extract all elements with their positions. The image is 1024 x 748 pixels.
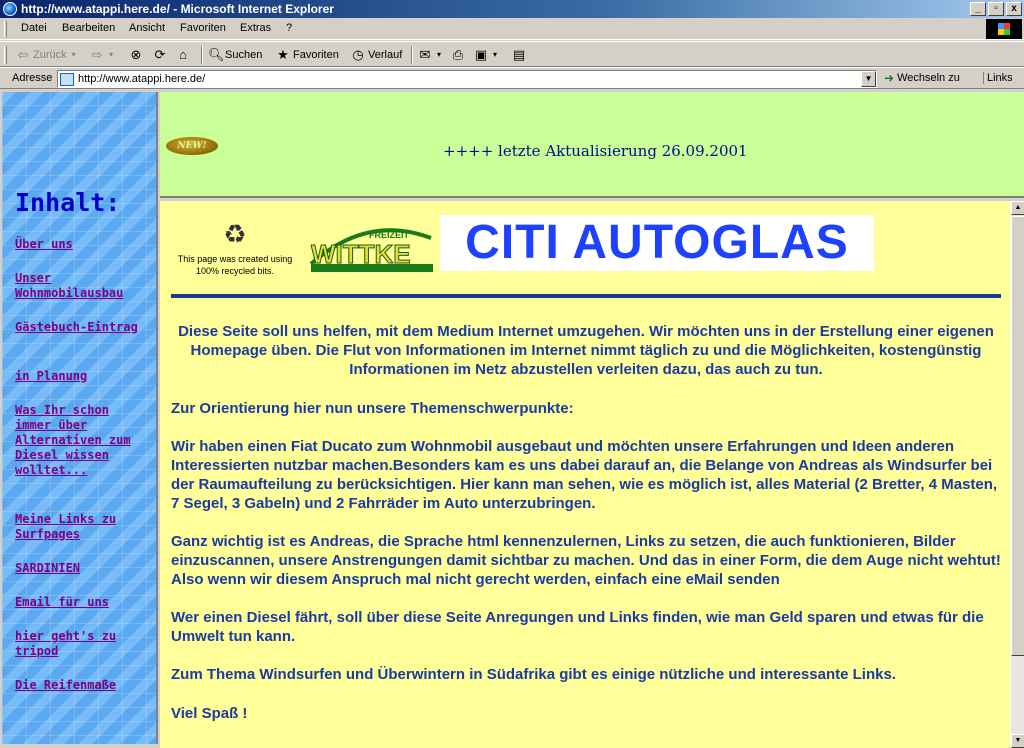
new-badge: NEW! [166, 137, 218, 155]
nav-link-email[interactable]: Email für uns [15, 595, 145, 610]
menu-bearbeiten[interactable]: Bearbeiten [62, 22, 115, 34]
favorites-button[interactable]: ★ Favoriten [276, 46, 339, 64]
scroll-down-icon[interactable]: ▼ [1011, 734, 1024, 748]
discuss-button[interactable]: ▤ [512, 46, 526, 64]
paragraph-windsurfen: Zum Thema Windsurfen und Überwintern in … [171, 666, 896, 683]
toolbar-grip [4, 46, 7, 64]
chevron-down-icon: ▾ [492, 50, 497, 59]
toolbar-separator [411, 46, 413, 64]
nav-link-wohnmobilausbau[interactable]: Unser Wohnmobilausbau [15, 271, 145, 301]
page-icon [60, 73, 74, 86]
intro-paragraph: Diese Seite soll uns helfen, mit dem Med… [178, 323, 994, 378]
document-icon: ▤ [512, 47, 526, 62]
minimize-button[interactable]: _ [970, 2, 986, 16]
citi-autoglas-banner[interactable]: CITI AUTOGLAS [440, 215, 874, 271]
nav-link-gaestebuch[interactable]: Gästebuch-Eintrag [15, 320, 145, 335]
scroll-thumb[interactable] [1011, 216, 1024, 656]
menu-ansicht[interactable]: Ansicht [129, 22, 165, 34]
vertical-scrollbar[interactable]: ▲ ▼ [1010, 201, 1024, 748]
home-button[interactable]: ⌂ [176, 46, 190, 64]
history-button[interactable]: ◷ Verlauf [351, 46, 402, 64]
title-bar: http://www.atappi.here.de/ - Microsoft I… [0, 0, 1024, 18]
nav-link-surfpages[interactable]: Meine Links zu Surfpages [15, 512, 145, 542]
address-value: http://www.atappi.here.de/ [78, 73, 206, 85]
back-arrow-icon: ⇦ [17, 47, 29, 62]
standard-toolbar: ⇦ Zurück ▾ ⇨ ▾ ⊗ ⟳ ⌂ 🔍︎ Suchen ★ Favorit… [0, 41, 1024, 67]
wittke-name: WITTKE [311, 239, 411, 269]
nav-link-reifenmasse[interactable]: Die Reifenmaße [15, 678, 145, 693]
paragraph-wohnmobil: Wir haben einen Fiat Ducato zum Wohnmobi… [171, 438, 998, 512]
nav-link-tripod[interactable]: hier geht's zu tripod [15, 629, 145, 659]
menu-favoriten[interactable]: Favoriten [180, 22, 226, 34]
toolbar-grip [4, 21, 7, 37]
stop-button[interactable]: ⊗ [129, 46, 143, 64]
history-label: Verlauf [368, 49, 403, 61]
address-label: Adresse [12, 72, 53, 84]
mail-button[interactable]: ✉ ▾ [418, 46, 443, 64]
close-button[interactable]: x [1006, 2, 1022, 16]
favorites-label: Favoriten [293, 49, 339, 61]
address-input[interactable]: http://www.atappi.here.de/ ▼ [57, 70, 877, 88]
recycle-icon: ♻ [223, 219, 247, 249]
print-button[interactable]: ⎙ [451, 46, 465, 64]
nav-link-sardinien[interactable]: SARDINIEN [15, 561, 145, 576]
window-title: http://www.atappi.here.de/ - Microsoft I… [21, 2, 334, 16]
orientation-heading: Zur Orientierung hier nun unsere Themens… [171, 400, 574, 417]
nav-link-ueber-uns[interactable]: Über uns [15, 237, 145, 252]
menu-extras[interactable]: Extras [240, 22, 271, 34]
chevron-down-icon[interactable]: ▼ [861, 71, 876, 87]
nav-link-alternativen-diesel[interactable]: Was Ihr schon immer über Alternativen zu… [15, 403, 145, 478]
page-viewport: Inhalt: Über uns Unser Wohnmobilausbau G… [0, 90, 1024, 748]
home-icon: ⌂ [179, 47, 187, 62]
paragraph-diesel: Wer einen Diesel fährt, soll über diese … [171, 609, 984, 645]
search-label: Suchen [225, 49, 263, 61]
forward-button[interactable]: ⇨ ▾ [90, 46, 115, 64]
closing-text: Viel Spaß ! [171, 705, 248, 722]
ie-icon [3, 2, 17, 16]
mail-icon: ✉ [419, 47, 431, 62]
print-icon: ⎙ [452, 47, 464, 62]
scroll-up-icon[interactable]: ▲ [1011, 201, 1024, 215]
chevron-down-icon: ▾ [436, 50, 441, 59]
refresh-icon: ⟳ [154, 47, 166, 62]
go-label: Wechseln zu [897, 72, 960, 84]
maximize-button[interactable]: ▫ [988, 2, 1004, 16]
last-update-text: ++++ letzte Aktualisierung 26.09.2001 [443, 142, 748, 160]
back-button[interactable]: ⇦ Zurück ▾ [16, 46, 78, 64]
back-label: Zurück [33, 49, 67, 61]
favorites-icon: ★ [277, 47, 289, 62]
menu-help[interactable]: ? [286, 22, 292, 34]
stop-icon: ⊗ [130, 47, 142, 62]
search-button[interactable]: 🔍︎ Suchen [208, 46, 262, 64]
menu-bar: Datei Bearbeiten Ansicht Favoriten Extra… [0, 18, 1024, 40]
navigation-frame: Inhalt: Über uns Unser Wohnmobilausbau G… [2, 92, 158, 744]
go-arrow-icon: ➜ [884, 71, 895, 85]
links-button[interactable]: Links [983, 72, 1013, 84]
chevron-down-icon: ▾ [108, 50, 113, 59]
recycled-bits-badge: ♻ This page was created using 100% recyc… [170, 219, 300, 277]
sidebar-heading: Inhalt: [15, 188, 121, 217]
address-bar: Adresse http://www.atappi.here.de/ ▼ ➜ W… [0, 67, 1024, 89]
windows-logo-icon [986, 19, 1022, 39]
go-button[interactable]: ➜ Wechseln zu [884, 71, 960, 85]
nav-link-in-planung[interactable]: in Planung [15, 369, 145, 384]
edit-icon: ▣ [474, 47, 488, 62]
wittke-logo[interactable]: FREIZEIT WITTKE [307, 218, 437, 276]
search-icon: 🔍︎ [208, 47, 225, 62]
header-frame: NEW! ++++ letzte Aktualisierung 26.09.20… [160, 92, 1024, 198]
toolbar-separator [201, 46, 203, 64]
menu-datei[interactable]: Datei [21, 22, 47, 34]
paragraph-html: Ganz wichtig ist es Andreas, die Sprache… [171, 533, 1001, 588]
refresh-button[interactable]: ⟳ [153, 46, 167, 64]
forward-arrow-icon: ⇨ [91, 47, 103, 62]
edit-button[interactable]: ▣ ▾ [474, 46, 499, 64]
recycled-bits-text: This page was created using 100% recycle… [177, 254, 293, 276]
history-icon: ◷ [352, 47, 364, 62]
horizontal-rule [171, 294, 1001, 298]
chevron-down-icon: ▾ [71, 50, 76, 59]
content-frame: ♻ This page was created using 100% recyc… [160, 201, 1024, 748]
